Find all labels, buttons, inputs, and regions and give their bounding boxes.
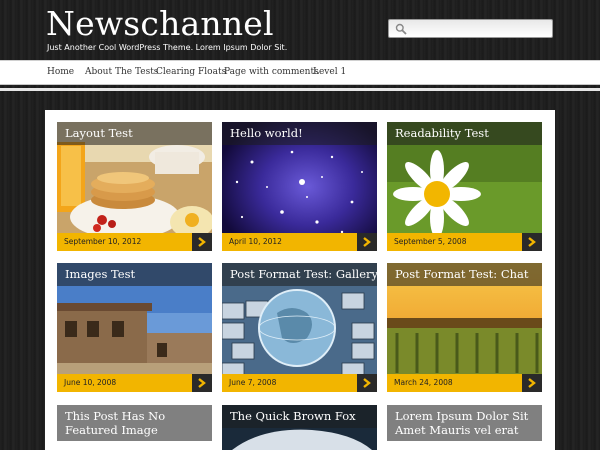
nav-item-clearing-floats[interactable]: Clearing Floats <box>156 67 226 77</box>
chevron-right-icon <box>363 237 371 247</box>
chevron-right-icon <box>528 378 536 388</box>
post-card-chat[interactable]: Post Format Test: Chat March 24, 2008 <box>387 263 542 392</box>
card-title-bar: Readability Test <box>387 122 542 145</box>
card-title-bar: Layout Test <box>57 122 212 145</box>
nav-item-page-with-comments[interactable]: Page with comments <box>224 67 319 77</box>
post-title[interactable]: The Quick Brown Fox <box>230 409 356 423</box>
post-title[interactable]: Lorem Ipsum Dolor Sit Amet Mauris vel er… <box>395 409 535 437</box>
post-date: March 24, 2008 <box>394 378 453 387</box>
chevron-right-icon <box>198 237 206 247</box>
chevron-right-icon <box>528 237 536 247</box>
card-footer: September 5, 2008 <box>387 233 542 251</box>
post-title[interactable]: Images Test <box>65 267 135 281</box>
read-more-button[interactable] <box>192 374 212 392</box>
card-footer: April 10, 2012 <box>222 233 377 251</box>
chevron-right-icon <box>198 378 206 388</box>
post-card-images-test[interactable]: Images Test June 10, 2008 <box>57 263 212 392</box>
site-title[interactable]: Newschannel <box>46 4 274 44</box>
post-title[interactable]: This Post Has No Featured Image <box>65 409 205 437</box>
card-title-bar: Images Test <box>57 263 212 286</box>
read-more-button[interactable] <box>522 233 542 251</box>
card-title-bar: Hello world! <box>222 122 377 145</box>
post-date: April 10, 2012 <box>229 237 282 246</box>
card-title-bar: Post Format Test: Chat <box>387 263 542 286</box>
post-title[interactable]: Readability Test <box>395 126 489 140</box>
card-title-bar: Lorem Ipsum Dolor Sit Amet Mauris vel er… <box>387 405 542 441</box>
nav-item-home[interactable]: Home <box>47 67 74 77</box>
nav-divider <box>0 88 600 91</box>
post-title[interactable]: Post Format Test: Gallery <box>230 267 377 281</box>
search-input[interactable] <box>388 19 553 38</box>
site-header: Newschannel Just Another Cool WordPress … <box>0 0 600 58</box>
post-title[interactable]: Layout Test <box>65 126 133 140</box>
card-footer: September 10, 2012 <box>57 233 212 251</box>
site-tagline: Just Another Cool WordPress Theme. Lorem… <box>47 43 288 52</box>
card-title-bar: This Post Has No Featured Image <box>57 405 212 441</box>
card-title-bar: The Quick Brown Fox <box>222 405 377 428</box>
post-grid: Layout Test September 10, 2012 Hello wor… <box>45 110 555 450</box>
nav-item-about-the-tests[interactable]: About The Tests <box>85 67 158 77</box>
nav-item-level-1[interactable]: Level 1 <box>313 67 346 77</box>
read-more-button[interactable] <box>192 233 212 251</box>
post-card-gallery[interactable]: Post Format Test: Gallery June 7, 2008 <box>222 263 377 392</box>
post-title[interactable]: Hello world! <box>230 126 303 140</box>
card-title-bar: Post Format Test: Gallery <box>222 263 377 286</box>
post-date: June 10, 2008 <box>64 378 117 387</box>
post-title[interactable]: Post Format Test: Chat <box>395 267 529 281</box>
post-card-hello-world[interactable]: Hello world! April 10, 2012 <box>222 122 377 251</box>
post-card-readability-test[interactable]: Readability Test September 5, 2008 <box>387 122 542 251</box>
chevron-right-icon <box>363 378 371 388</box>
post-card-no-featured-image[interactable]: This Post Has No Featured Image <box>57 405 212 450</box>
card-footer: March 24, 2008 <box>387 374 542 392</box>
card-footer: June 7, 2008 <box>222 374 377 392</box>
post-date: June 7, 2008 <box>229 378 277 387</box>
post-card-lorem-ipsum[interactable]: Lorem Ipsum Dolor Sit Amet Mauris vel er… <box>387 405 542 450</box>
read-more-button[interactable] <box>357 374 377 392</box>
read-more-button[interactable] <box>357 233 377 251</box>
post-date: September 5, 2008 <box>394 237 467 246</box>
main-nav: Home About The Tests Clearing Floats Pag… <box>0 60 600 85</box>
card-footer: June 10, 2008 <box>57 374 212 392</box>
search-icon <box>395 23 407 35</box>
post-card-layout-test[interactable]: Layout Test September 10, 2012 <box>57 122 212 251</box>
read-more-button[interactable] <box>522 374 542 392</box>
post-card-quick-brown-fox[interactable]: The Quick Brown Fox <box>222 405 377 450</box>
post-date: September 10, 2012 <box>64 237 142 246</box>
